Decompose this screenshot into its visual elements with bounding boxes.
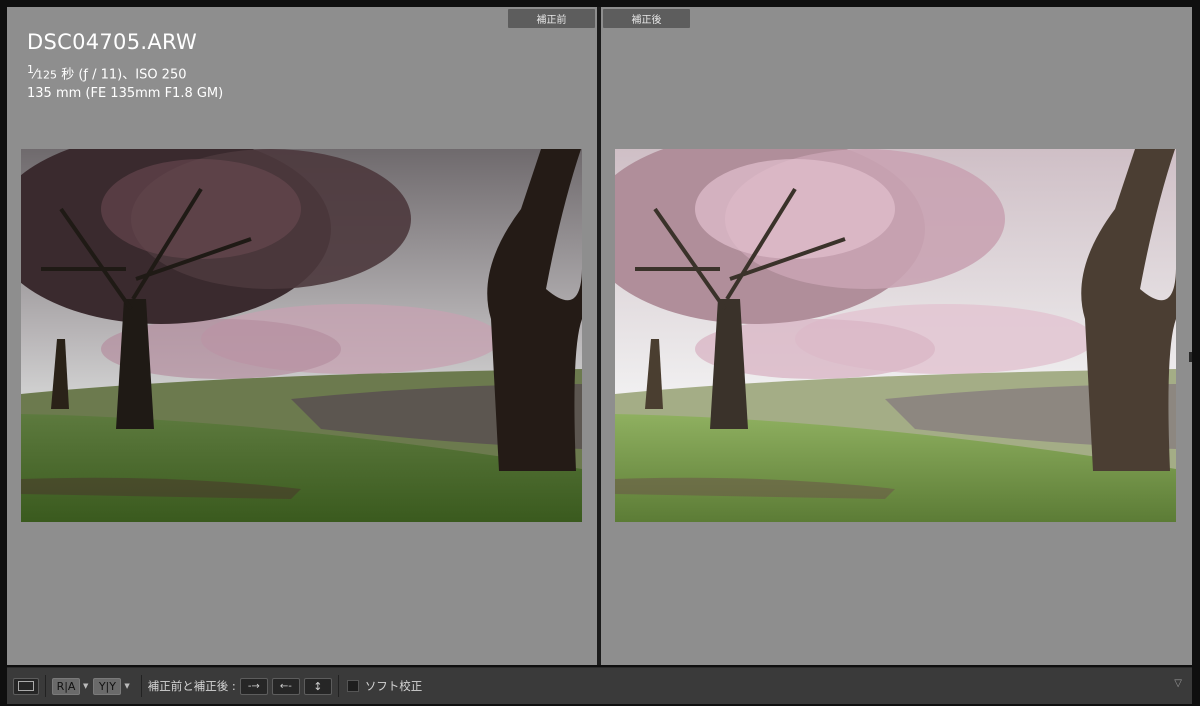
chevron-down-icon[interactable]: ▽ — [1174, 678, 1182, 689]
lens-info: 135 mm (FE 135mm F1.8 GM) — [27, 86, 224, 102]
shutter-rest: 秒 (ƒ / 11)、ISO 250 — [57, 67, 187, 83]
toolbar-separator — [140, 675, 142, 697]
arrow-right-icon: -→ — [247, 680, 260, 692]
arrow-left-icon: ←- — [279, 680, 292, 692]
soft-proof-label: ソフト校正 — [364, 679, 423, 693]
before-after-tb-button[interactable]: Y|Y — [93, 677, 122, 695]
info-overlay: DSC04705.ARW 1⁄125 秒 (ƒ / 11)、ISO 250 13… — [27, 29, 223, 103]
single-view-icon — [18, 681, 34, 691]
after-photo[interactable] — [615, 149, 1176, 522]
shutter-denominator: 125 — [36, 68, 58, 82]
toolbar-separator — [45, 675, 46, 697]
copy-after-to-before-button[interactable]: ←- — [271, 677, 300, 695]
soft-proof-checkbox[interactable] — [346, 680, 359, 692]
swap-button[interactable]: ↕ — [303, 677, 332, 695]
after-view-panel: 補正後 — [601, 7, 1192, 665]
before-view-panel: 補正前 DSC04705.ARW 1⁄125 秒 (ƒ / 11)、ISO 25… — [7, 7, 597, 665]
exposure-info: 1⁄125 秒 (ƒ / 11)、ISO 250 — [27, 63, 187, 83]
copy-settings-label: 補正前と補正後 : — [147, 679, 236, 693]
chevron-down-icon[interactable]: ▼ — [124, 682, 129, 690]
bottom-toolbar: R|A ▼ Y|Y ▼ 補正前と補正後 : -→ ←- ↕ ソフト校正 ▽ — [7, 667, 1192, 704]
chevron-down-icon[interactable]: ▼ — [83, 682, 88, 690]
before-after-lr-button[interactable]: R|A — [52, 677, 80, 695]
filename: DSC04705.ARW — [27, 30, 198, 54]
after-tag: 補正後 — [603, 9, 690, 28]
loupe-view-button[interactable] — [13, 677, 39, 695]
copy-before-to-after-button[interactable]: -→ — [239, 677, 268, 695]
swap-vertical-icon: ↕ — [313, 679, 323, 693]
scroll-nub — [1189, 352, 1192, 362]
shutter-numerator: 1 — [27, 63, 34, 76]
before-tag: 補正前 — [508, 9, 595, 28]
before-photo[interactable] — [21, 149, 582, 522]
toolbar-separator — [337, 675, 339, 697]
